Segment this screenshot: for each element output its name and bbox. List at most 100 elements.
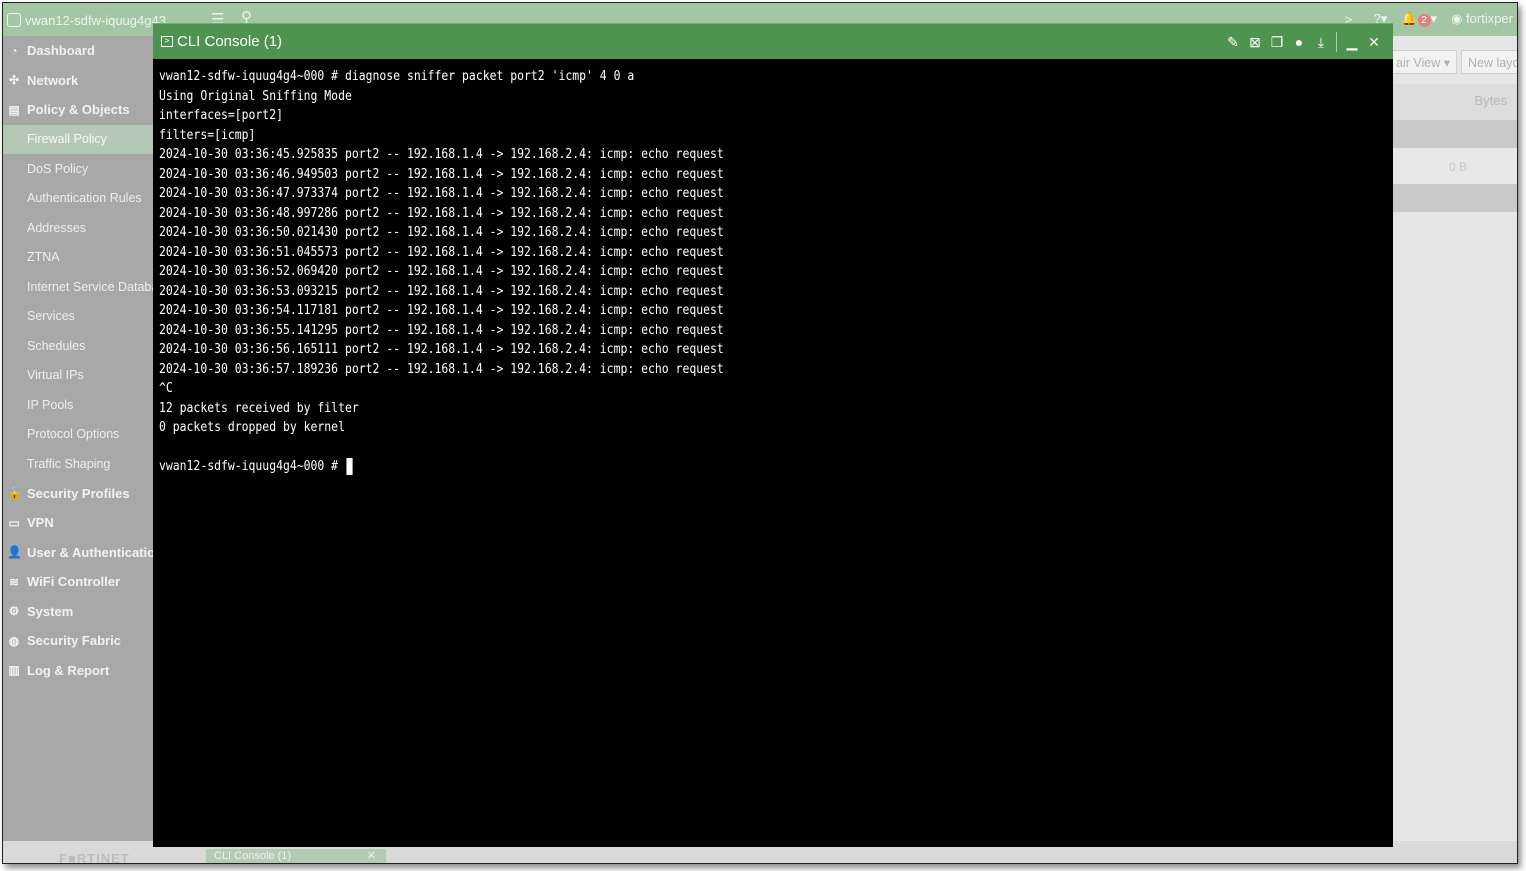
close-icon[interactable]: ✕ bbox=[367, 849, 376, 863]
clear-console-icon[interactable]: ⊠ bbox=[1246, 32, 1264, 52]
table-group-row bbox=[1393, 184, 1517, 212]
console-line: 2024-10-30 03:36:50.021430 port2 -- 192.… bbox=[159, 225, 724, 240]
sidebar-item-ip-pools[interactable]: IP Pools bbox=[3, 390, 153, 420]
console-line: 12 packets received by filter bbox=[159, 400, 359, 416]
network-icon: ✣ bbox=[8, 73, 20, 88]
background-policy-panel: air View ▾ New layo Bytes 0 B bbox=[1389, 36, 1517, 841]
sidebar-item-label: Authentication Rules bbox=[27, 191, 142, 206]
pair-view-button[interactable]: air View ▾ bbox=[1389, 50, 1457, 74]
sidebar-item-label: Log & Report bbox=[27, 662, 110, 678]
console-line: 2024-10-30 03:36:54.117181 port2 -- 192.… bbox=[159, 303, 724, 318]
console-line: 2024-10-30 03:36:56.165111 port2 -- 192.… bbox=[159, 342, 724, 357]
fortinet-logo: F■RTINET bbox=[59, 851, 130, 864]
sidebar-item-label: VPN bbox=[27, 515, 54, 531]
sidebar-item-vpn[interactable]: ▭ VPN bbox=[3, 508, 153, 538]
divider bbox=[1336, 32, 1337, 52]
console-line: 2024-10-30 03:36:46.949503 port2 -- 192.… bbox=[159, 166, 724, 182]
close-icon[interactable]: ✕ bbox=[1365, 32, 1383, 52]
sidebar-item-system[interactable]: ⚙ System bbox=[3, 597, 153, 627]
device-icon bbox=[7, 13, 21, 27]
sidebar-item-traffic-shaping[interactable]: Traffic Shaping bbox=[3, 449, 153, 479]
console-prompt-line[interactable]: vwan12-sdfw-iquug4g4~000 # bbox=[159, 457, 1240, 477]
console-output[interactable]: vwan12-sdfw-iquug4g4~000 # diagnose snif… bbox=[159, 67, 1387, 841]
console-title-text: CLI Console (1) bbox=[177, 33, 283, 50]
minimize-icon[interactable]: ▁ bbox=[1343, 32, 1361, 52]
terminal-icon: > bbox=[161, 36, 173, 47]
chart-icon: ▥ bbox=[8, 663, 20, 678]
device-selector[interactable]: vwan12-sdfw-iquug4g43... bbox=[7, 9, 177, 31]
cli-console-window: > CLI Console (1) ✎ ⊠ ❐ ● ⤓ ▁ ✕ vwan12-s… bbox=[153, 23, 1393, 847]
sidebar-item-ztna[interactable]: ZTNA bbox=[3, 243, 153, 273]
fabric-icon: ◍ bbox=[8, 633, 20, 648]
copy-icon[interactable]: ❐ bbox=[1268, 32, 1286, 52]
user-menu[interactable]: ◉ fortixper bbox=[1451, 11, 1513, 27]
alert-count-badge: 2 bbox=[1417, 14, 1431, 27]
sidebar-item-label: Internet Service Database bbox=[27, 279, 153, 294]
user-name: fortixper bbox=[1466, 11, 1513, 26]
new-layout-button[interactable]: New layo bbox=[1461, 50, 1517, 74]
dashboard-icon: ◔ bbox=[10, 43, 18, 58]
console-line: 0 packets dropped by kernel bbox=[159, 420, 345, 435]
sidebar-item-schedules[interactable]: Schedules bbox=[3, 331, 153, 361]
bytes-column-header: Bytes bbox=[1474, 93, 1507, 108]
sidebar-item-security-profiles[interactable]: 🔒 Security Profiles bbox=[3, 479, 153, 509]
download-icon[interactable]: ⤓ bbox=[1312, 32, 1330, 52]
sidebar-item-policy-objects[interactable]: ▤ Policy & Objects bbox=[3, 95, 153, 125]
console-line: 2024-10-30 03:36:47.973374 port2 -- 192.… bbox=[159, 186, 724, 201]
sidebar-item-internet-service-database[interactable]: Internet Service Database bbox=[3, 272, 153, 302]
text-cursor bbox=[346, 458, 353, 475]
gear-icon: ⚙ bbox=[8, 604, 20, 619]
sidebar-item-label: Addresses bbox=[27, 220, 87, 235]
console-line: interfaces=[port2] bbox=[159, 108, 283, 123]
sidebar-item-label: ZTNA bbox=[27, 250, 60, 265]
console-titlebar[interactable]: > CLI Console (1) ✎ ⊠ ❐ ● ⤓ ▁ ✕ bbox=[153, 23, 1393, 59]
console-line: 2024-10-30 03:36:55.141295 port2 -- 192.… bbox=[159, 322, 724, 338]
console-line: 2024-10-30 03:36:51.045573 port2 -- 192.… bbox=[159, 244, 724, 260]
sidebar-item-services[interactable]: Services bbox=[3, 302, 153, 332]
bell-icon: 🔔 bbox=[1401, 11, 1418, 26]
console-line: vwan12-sdfw-iquug4g4~000 # diagnose snif… bbox=[159, 69, 635, 84]
sidebar-item-dashboard[interactable]: ◔ Dashboard bbox=[3, 36, 153, 66]
sidebar-item-log-report[interactable]: ▥ Log & Report bbox=[3, 656, 153, 686]
notifications-button[interactable]: 🔔 2 ▾ bbox=[1401, 11, 1437, 27]
sidebar-item-virtual-ips[interactable]: Virtual IPs bbox=[3, 361, 153, 391]
console-title: > CLI Console (1) bbox=[161, 33, 282, 50]
console-line: ^C bbox=[159, 381, 173, 396]
record-icon[interactable]: ● bbox=[1290, 32, 1308, 52]
sidebar-item-security-fabric[interactable]: ◍ Security Fabric bbox=[3, 626, 153, 656]
wifi-icon: ≋ bbox=[8, 574, 20, 589]
console-prompt: vwan12-sdfw-iquug4g4~000 # bbox=[159, 459, 345, 474]
sidebar-item-label: Policy & Objects bbox=[27, 102, 130, 118]
console-line: 2024-10-30 03:36:52.069420 port2 -- 192.… bbox=[159, 264, 724, 279]
edit-icon[interactable]: ✎ bbox=[1224, 32, 1242, 52]
sidebar-item-label: Virtual IPs bbox=[27, 368, 84, 383]
sidebar-item-firewall-policy[interactable]: Firewall Policy bbox=[3, 124, 153, 154]
user-icon: 👤 bbox=[7, 545, 22, 560]
sidebar-item-authentication-rules[interactable]: Authentication Rules bbox=[3, 184, 153, 214]
lock-icon: 🔒 bbox=[7, 486, 22, 501]
console-line: 2024-10-30 03:36:45.925835 port2 -- 192.… bbox=[159, 147, 724, 162]
console-actions: ✎ ⊠ ❐ ● ⤓ ▁ ✕ bbox=[1224, 32, 1383, 52]
sidebar-item-label: WiFi Controller bbox=[27, 574, 121, 590]
sidebar-item-label: Traffic Shaping bbox=[27, 456, 111, 471]
sidebar-item-label: Services bbox=[27, 309, 75, 324]
sidebar-item-label: User & Authentication bbox=[27, 544, 153, 560]
taskbar-console-tab[interactable]: CLI Console (1) ✕ bbox=[206, 849, 386, 863]
sidebar-item-wifi-controller[interactable]: ≋ WiFi Controller bbox=[3, 567, 153, 597]
sidebar-item-label: Protocol Options bbox=[27, 427, 120, 442]
sidebar-item-protocol-options[interactable]: Protocol Options bbox=[3, 420, 153, 450]
console-line: 2024-10-30 03:36:48.997286 port2 -- 192.… bbox=[159, 205, 724, 221]
vpn-icon: ▭ bbox=[8, 515, 20, 530]
sidebar-item-network[interactable]: ✣ Network bbox=[3, 66, 153, 96]
sidebar-item-label: Network bbox=[27, 72, 79, 88]
app-frame: vwan12-sdfw-iquug4g43... ☰ ⚲ >_ ?▾ 🔔 2 ▾ ◉… bbox=[2, 2, 1518, 864]
sidebar-item-label: System bbox=[27, 603, 74, 619]
policy-icon: ▤ bbox=[8, 102, 20, 117]
sidebar: ◔ Dashboard ✣ Network ▤ Policy & Objects Firew… bbox=[3, 36, 153, 841]
taskbar-console-label: CLI Console (1) bbox=[214, 850, 292, 862]
sidebar-item-dos-policy[interactable]: DoS Policy bbox=[3, 154, 153, 184]
sidebar-item-user-authentication[interactable]: 👤 User & Authentication bbox=[3, 538, 153, 568]
sidebar-item-label: Security Fabric bbox=[27, 633, 121, 649]
sidebar-item-addresses[interactable]: Addresses bbox=[3, 213, 153, 243]
